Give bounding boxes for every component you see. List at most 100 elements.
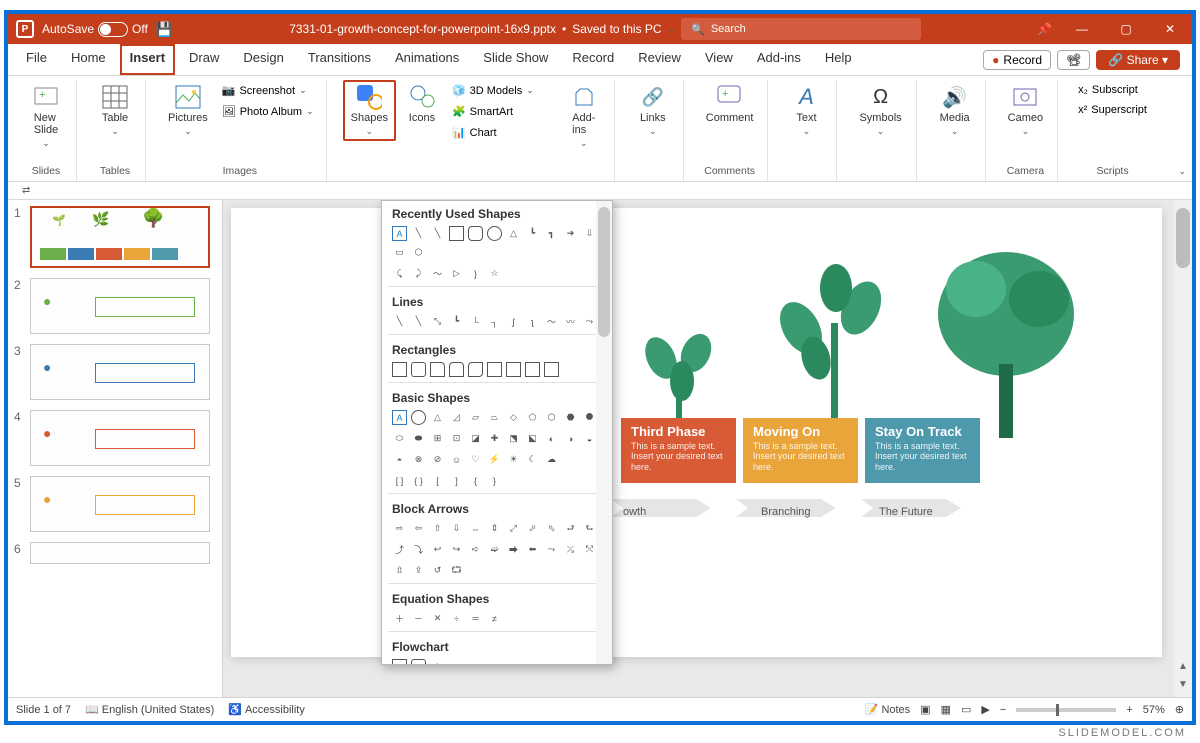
icons-button[interactable]: Icons <box>400 80 444 128</box>
basic-36[interactable]: { <box>468 473 483 488</box>
tab-home[interactable]: Home <box>61 44 116 75</box>
arrow-7[interactable]: ⤢ <box>506 521 521 536</box>
pin-icon[interactable]: 📌 <box>1037 22 1052 36</box>
view-slideshow-icon[interactable]: ▶ <box>981 703 989 716</box>
arrow-16[interactable]: ➪ <box>468 542 483 557</box>
basic-para[interactable]: ▱ <box>468 410 483 425</box>
share-button[interactable]: 🔗 Share ▾ <box>1096 50 1180 70</box>
basic-trap[interactable]: ⏢ <box>487 410 502 425</box>
tab-record[interactable]: Record <box>562 44 624 75</box>
addins-button[interactable]: Add- ins⌄ <box>562 80 606 153</box>
toggle-off-icon[interactable] <box>98 22 128 37</box>
smartart-button[interactable]: 🧩SmartArt <box>448 103 538 120</box>
language-button[interactable]: 📖 English (United States) <box>85 703 214 716</box>
shape-doc[interactable]: ▭ <box>392 245 407 260</box>
rect-3[interactable] <box>430 362 445 377</box>
shape-curve3[interactable]: 〜 <box>430 266 445 281</box>
zoom-slider[interactable] <box>1016 708 1116 712</box>
arrow-8[interactable]: ⬀ <box>525 521 540 536</box>
line-2[interactable]: ╲ <box>411 314 426 329</box>
view-sorter-icon[interactable]: ▦ <box>941 703 951 716</box>
view-reading-icon[interactable]: ▭ <box>961 703 971 716</box>
tab-file[interactable]: File <box>16 44 57 75</box>
subscript-button[interactable]: x₂Subscript <box>1074 82 1151 98</box>
basic-14[interactable]: ◪ <box>468 431 483 446</box>
shape-textbox[interactable]: A <box>392 226 407 241</box>
flow-1[interactable] <box>392 659 407 665</box>
tab-slideshow[interactable]: Slide Show <box>473 44 558 75</box>
canvas-scrollbar[interactable]: ▲ ▼ <box>1174 200 1192 697</box>
arrow-23[interactable]: ⇫ <box>392 563 407 578</box>
line-8[interactable]: ʅ <box>525 314 540 329</box>
rect-2[interactable] <box>411 362 426 377</box>
basic-34[interactable]: [ <box>430 473 445 488</box>
arrow-3[interactable]: ⇧ <box>430 521 445 536</box>
close-button[interactable]: ✕ <box>1156 22 1184 36</box>
line-3[interactable]: ⤡ <box>430 314 445 329</box>
basic-17[interactable]: ⬕ <box>525 431 540 446</box>
basic-32[interactable]: [ ] <box>392 473 407 488</box>
arrow-19[interactable]: ⬅ <box>525 542 540 557</box>
basic-oval[interactable] <box>411 410 426 425</box>
arrow-9[interactable]: ⬁ <box>544 521 559 536</box>
shape-rect[interactable] <box>449 226 464 241</box>
arrow-14[interactable]: ↩ <box>430 542 445 557</box>
basic-10[interactable]: ⬭ <box>392 431 407 446</box>
photo-album-button[interactable]: 🖼Photo Album ⌄ <box>218 103 318 120</box>
view-normal-icon[interactable]: ▣ <box>920 703 930 716</box>
arrow-26[interactable]: ⮔ <box>449 563 464 578</box>
shape-arrow-right[interactable]: ➔ <box>563 226 578 241</box>
superscript-button[interactable]: x²Superscript <box>1074 102 1151 118</box>
new-slide-button[interactable]: + New Slide⌄ <box>24 80 68 153</box>
shape-line[interactable]: ╲ <box>411 226 426 241</box>
media-button[interactable]: 🔊Media⌄ <box>933 80 977 141</box>
tab-addins[interactable]: Add-ins <box>747 44 811 75</box>
arrow-5[interactable]: ⇔ <box>468 521 483 536</box>
basic-hex[interactable]: ⬡ <box>544 410 559 425</box>
basic-20[interactable]: ◐ <box>544 431 559 446</box>
zoom-level[interactable]: 57% <box>1143 704 1165 716</box>
slide-thumb-3[interactable]: ● <box>30 344 210 400</box>
basic-27[interactable]: ♡ <box>468 452 483 467</box>
arrow-22[interactable]: ⤲ <box>582 542 597 557</box>
tab-review[interactable]: Review <box>628 44 691 75</box>
arrow-17[interactable]: ➫ <box>487 542 502 557</box>
basic-15[interactable]: ✚ <box>487 431 502 446</box>
eq-div[interactable]: ÷ <box>449 611 464 626</box>
rect-9[interactable] <box>544 362 559 377</box>
eq-mult[interactable]: ✕ <box>430 611 445 626</box>
arrow-25[interactable]: ↺ <box>430 563 445 578</box>
record-button[interactable]: ●Record <box>983 50 1051 70</box>
line-7[interactable]: ʃ <box>506 314 521 329</box>
screenshot-button[interactable]: 📷Screenshot ⌄ <box>218 82 318 99</box>
shape-star[interactable]: ☆ <box>487 266 502 281</box>
ribbon-collapse-icon[interactable]: ⌄ <box>1178 166 1186 177</box>
present-button[interactable]: 📽 <box>1057 50 1090 70</box>
arrow-13[interactable]: ⤵ <box>411 542 426 557</box>
shape-arrow-down[interactable]: ⇩ <box>582 226 597 241</box>
rect-8[interactable] <box>525 362 540 377</box>
rect-6[interactable] <box>487 362 502 377</box>
comment-button[interactable]: + Comment <box>700 80 760 128</box>
slide-thumb-1[interactable]: 🌱 🌿 🌳 <box>30 206 210 268</box>
arrow-6[interactable]: ⇕ <box>487 521 502 536</box>
shape-curve1[interactable]: ⤹ <box>392 266 407 281</box>
arrow-15[interactable]: ↪ <box>449 542 464 557</box>
arrow-20[interactable]: ⤳ <box>544 542 559 557</box>
arrow-10[interactable]: ⮐ <box>563 521 578 536</box>
text-button[interactable]: AText⌄ <box>784 80 828 141</box>
scroll-up-icon[interactable]: ▲ <box>1174 657 1192 675</box>
basic-13[interactable]: ⊡ <box>449 431 464 446</box>
phase-box-4[interactable]: Moving On This is a sample text. Insert … <box>743 418 858 483</box>
basic-28[interactable]: ⚡ <box>487 452 502 467</box>
flow-3[interactable]: ◇ <box>430 659 445 665</box>
phase-box-3[interactable]: Third Phase This is a sample text. Inser… <box>621 418 736 483</box>
arrow-2[interactable]: ⇦ <box>411 521 426 536</box>
links-button[interactable]: 🔗 Links⌄ <box>631 80 675 141</box>
slide-thumb-6[interactable] <box>30 542 210 564</box>
tab-draw[interactable]: Draw <box>179 44 229 75</box>
rect-1[interactable] <box>392 362 407 377</box>
shape-elbow[interactable]: ┗ <box>525 226 540 241</box>
basic-21[interactable]: ◑ <box>563 431 578 446</box>
search-box[interactable]: 🔍 Search <box>681 18 921 40</box>
